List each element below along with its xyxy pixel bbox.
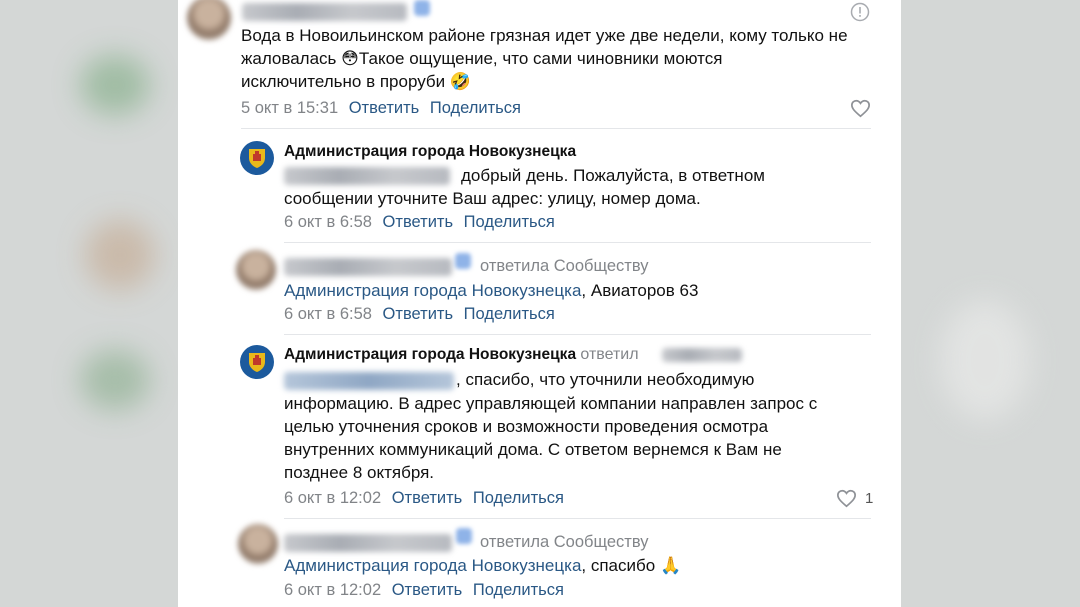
comment-text-fragment: , Авиаторов 63: [581, 281, 699, 300]
comment-text-line: целью уточнения сроков и возможности про…: [284, 417, 769, 436]
comment-time[interactable]: 6 окт в 6:58: [284, 305, 372, 323]
comment-meta: 6 окт в 6:58 Ответить Поделиться: [284, 213, 555, 232]
rofl-emoji-icon: 🤣: [449, 72, 472, 91]
mention-link[interactable]: Администрация города Новокузнецка: [284, 556, 581, 575]
flushed-emoji-icon: 😳: [341, 49, 359, 68]
comment-meta: 5 окт в 15:31 Ответить Поделиться: [241, 99, 521, 118]
divider: [284, 242, 871, 243]
city-coat-of-arms-icon: [249, 353, 265, 372]
folded-hands-emoji-icon: 🙏: [659, 556, 682, 575]
background-blur: [85, 220, 155, 290]
reply-to-label: ответил: [580, 346, 639, 363]
mention-link[interactable]: Администрация города Новокузнецка: [284, 281, 581, 300]
reply-button[interactable]: Ответить: [392, 581, 463, 599]
comment-text-fragment: Такое ощущение, что сами чиновники моютс…: [358, 49, 723, 68]
admin-avatar[interactable]: [240, 141, 274, 175]
comment-text-line: , спасибо, что уточнили необходимую: [456, 370, 755, 389]
comment-time[interactable]: 5 окт в 15:31: [241, 99, 338, 117]
comment-text-line: позднее 8 октября.: [284, 463, 435, 482]
reply-to-label: ответила Сообществу: [480, 257, 649, 275]
verified-badge-icon: [455, 253, 471, 269]
verified-badge-icon: [414, 0, 430, 16]
admin-avatar[interactable]: [240, 345, 274, 379]
divider: [284, 334, 871, 335]
avatar[interactable]: [238, 524, 278, 564]
reply-button[interactable]: Ответить: [392, 489, 463, 507]
comment-text-line: Вода в Новоильинском районе грязная идет…: [241, 26, 848, 45]
divider: [241, 128, 871, 129]
comment-text-fragment: жаловалась: [241, 49, 342, 68]
mentioned-user-blurred[interactable]: [284, 372, 454, 390]
share-button[interactable]: Поделиться: [464, 213, 555, 231]
author-name: Администрация города Новокузнецка ответи…: [284, 346, 639, 364]
comment-text-line: сообщении уточните Ваш адрес: улицу, ном…: [284, 189, 701, 208]
background-blur: [80, 350, 150, 410]
heart-icon: [850, 99, 871, 118]
comment-text-line: исключительно в проруби 🤣: [241, 70, 471, 93]
author-name-blurred[interactable]: [242, 3, 407, 21]
comment-text-line: внутренних коммуникаций дома. С ответом …: [284, 440, 782, 459]
share-button[interactable]: Поделиться: [473, 581, 564, 599]
mentioned-user-blurred[interactable]: [284, 167, 450, 185]
like-button[interactable]: 1: [836, 489, 873, 508]
comment-text-line: Администрация города Новокузнецка, спаси…: [284, 554, 681, 577]
comment-text-line: информацию. В адрес управляющей компании…: [284, 394, 818, 413]
comment-meta: 6 окт в 6:58 Ответить Поделиться: [284, 305, 555, 324]
reply-button[interactable]: Ответить: [383, 213, 454, 231]
exclamation-circle-icon: [850, 2, 870, 22]
comment-time[interactable]: 6 окт в 12:02: [284, 489, 381, 507]
verified-badge-icon: [456, 528, 472, 544]
reply-to-label: ответила Сообществу: [480, 533, 649, 551]
author-name[interactable]: Администрация города Новокузнецка: [284, 143, 576, 161]
comment-text-fragment: исключительно в проруби: [241, 72, 450, 91]
mentioned-user-blurred[interactable]: [662, 348, 742, 362]
comment-text-line: добрый день. Пожалуйста, в ответном: [461, 166, 765, 185]
share-button[interactable]: Поделиться: [464, 305, 555, 323]
like-count: 1: [865, 490, 874, 507]
reply-button[interactable]: Ответить: [349, 99, 420, 117]
like-button[interactable]: [850, 99, 871, 118]
heart-icon: [836, 489, 857, 508]
share-button[interactable]: Поделиться: [473, 489, 564, 507]
avatar[interactable]: [236, 250, 276, 290]
share-button[interactable]: Поделиться: [430, 99, 521, 117]
comment-meta: 6 окт в 12:02 Ответить Поделиться: [284, 581, 564, 600]
comment-time[interactable]: 6 окт в 6:58: [284, 213, 372, 231]
author-name-blurred[interactable]: [284, 534, 452, 552]
comment-text-line: жаловалась 😳Такое ощущение, что сами чин…: [241, 47, 722, 70]
city-coat-of-arms-icon: [249, 149, 265, 168]
comment-text-line: Администрация города Новокузнецка, Авиат…: [284, 279, 698, 302]
author-name-link[interactable]: Администрация города Новокузнецка: [284, 346, 576, 363]
background-blur: [80, 55, 150, 115]
background-blur: [940, 300, 1030, 420]
report-button[interactable]: [850, 2, 870, 22]
reply-button[interactable]: Ответить: [383, 305, 454, 323]
comment-text-fragment: , спасибо: [581, 556, 660, 575]
divider: [284, 518, 871, 519]
author-name-blurred[interactable]: [284, 258, 452, 276]
comment-meta: 6 окт в 12:02 Ответить Поделиться: [284, 489, 564, 508]
comment-time[interactable]: 6 окт в 12:02: [284, 581, 381, 599]
